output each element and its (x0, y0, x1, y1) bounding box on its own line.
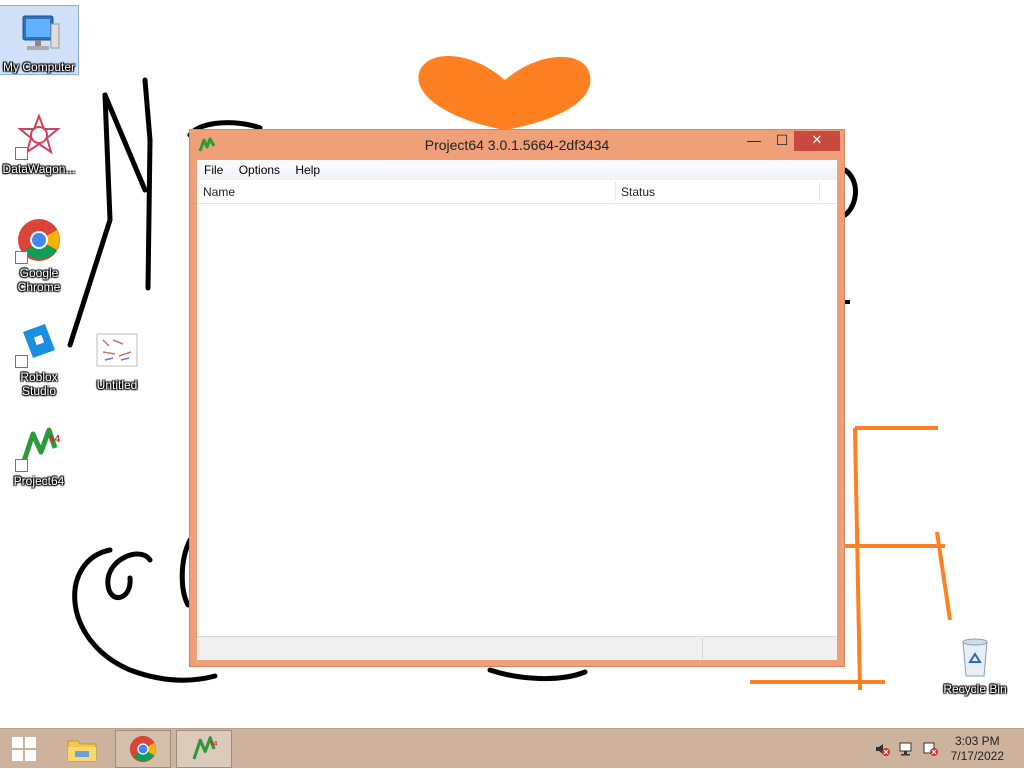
shortcut-arrow-icon (15, 147, 28, 160)
computer-icon (15, 10, 63, 58)
desktop-icon-label: Google Chrome (17, 266, 61, 294)
svg-text:64: 64 (49, 434, 61, 445)
close-button[interactable]: ✕ (794, 131, 840, 151)
menu-help[interactable]: Help (290, 160, 325, 180)
menu-file[interactable]: File (199, 160, 228, 180)
shortcut-arrow-icon (15, 459, 28, 472)
start-button[interactable] (0, 730, 48, 768)
roblox-studio-icon (15, 320, 63, 368)
window-titlebar[interactable]: Project64 3.0.1.5664-2df3434 — ☐ ✕ (190, 130, 844, 160)
desktop-icon-my-computer[interactable]: My Computer (0, 5, 79, 75)
action-center-icon[interactable] (922, 741, 938, 757)
window-client-area: File Options Help Name Status (197, 160, 837, 660)
datawagon-icon (15, 112, 63, 160)
menu-bar: File Options Help (197, 160, 837, 180)
taskbar-file-explorer[interactable] (54, 730, 110, 768)
minimize-button[interactable]: — (740, 131, 768, 151)
desktop-icon-label: Recycle Bin (943, 682, 1007, 696)
shortcut-arrow-icon (15, 251, 28, 264)
desktop-icon-project64[interactable]: 64 Project64 (0, 420, 78, 488)
status-bar (197, 636, 837, 660)
recycle-bin-icon (951, 632, 999, 680)
column-divider[interactable] (819, 182, 820, 201)
desktop-icon-label: DataWagon... (2, 162, 76, 176)
project64-window[interactable]: Project64 3.0.1.5664-2df3434 — ☐ ✕ File … (189, 129, 845, 667)
system-tray: 3:03 PM 7/17/2022 (870, 729, 1024, 769)
desktop-icon-google-chrome[interactable]: Google Chrome (0, 212, 78, 294)
clock-date: 7/17/2022 (950, 749, 1004, 763)
folder-icon (67, 740, 97, 762)
taskbar-google-chrome[interactable] (115, 730, 171, 768)
rom-list-header: Name Status (197, 180, 837, 204)
desktop-icon-datawagon[interactable]: DataWagon... (0, 108, 78, 176)
column-divider[interactable] (615, 182, 616, 201)
desktop-icon-untitled[interactable]: Untitled (78, 324, 156, 392)
maximize-button[interactable]: ☐ (768, 131, 796, 151)
clock-time: 3:03 PM (954, 734, 1000, 748)
column-header-name[interactable]: Name (203, 185, 235, 199)
desktop-icon-roblox-studio[interactable]: Roblox Studio (0, 316, 78, 398)
taskbar-project64[interactable]: 64 (176, 730, 232, 768)
clock[interactable]: 3:03 PM 7/17/2022 (951, 734, 1004, 764)
svg-text:64: 64 (210, 740, 217, 747)
network-icon[interactable] (898, 741, 914, 757)
menu-options[interactable]: Options (234, 160, 285, 180)
image-file-icon (93, 328, 141, 376)
project64-icon: 64 (192, 736, 218, 760)
desktop-icon-recycle-bin[interactable]: Recycle Bin (936, 628, 1014, 696)
volume-muted-icon[interactable] (874, 741, 890, 757)
taskbar: 64 3:03 PM 7/17/2022 (0, 728, 1024, 768)
shortcut-arrow-icon (15, 355, 28, 368)
project64-icon: 64 (15, 424, 63, 472)
status-bar-divider (702, 638, 703, 659)
windows-logo-icon (12, 737, 36, 761)
column-header-status[interactable]: Status (621, 185, 655, 199)
desktop-icon-label: Untitled (96, 378, 138, 392)
chrome-icon (15, 216, 63, 264)
desktop-icon-label: Roblox Studio (20, 370, 58, 398)
rom-list[interactable] (197, 204, 837, 636)
desktop-icon-label: My Computer (2, 60, 76, 74)
desktop-icon-label: Project64 (13, 474, 65, 488)
chrome-icon (129, 735, 157, 763)
